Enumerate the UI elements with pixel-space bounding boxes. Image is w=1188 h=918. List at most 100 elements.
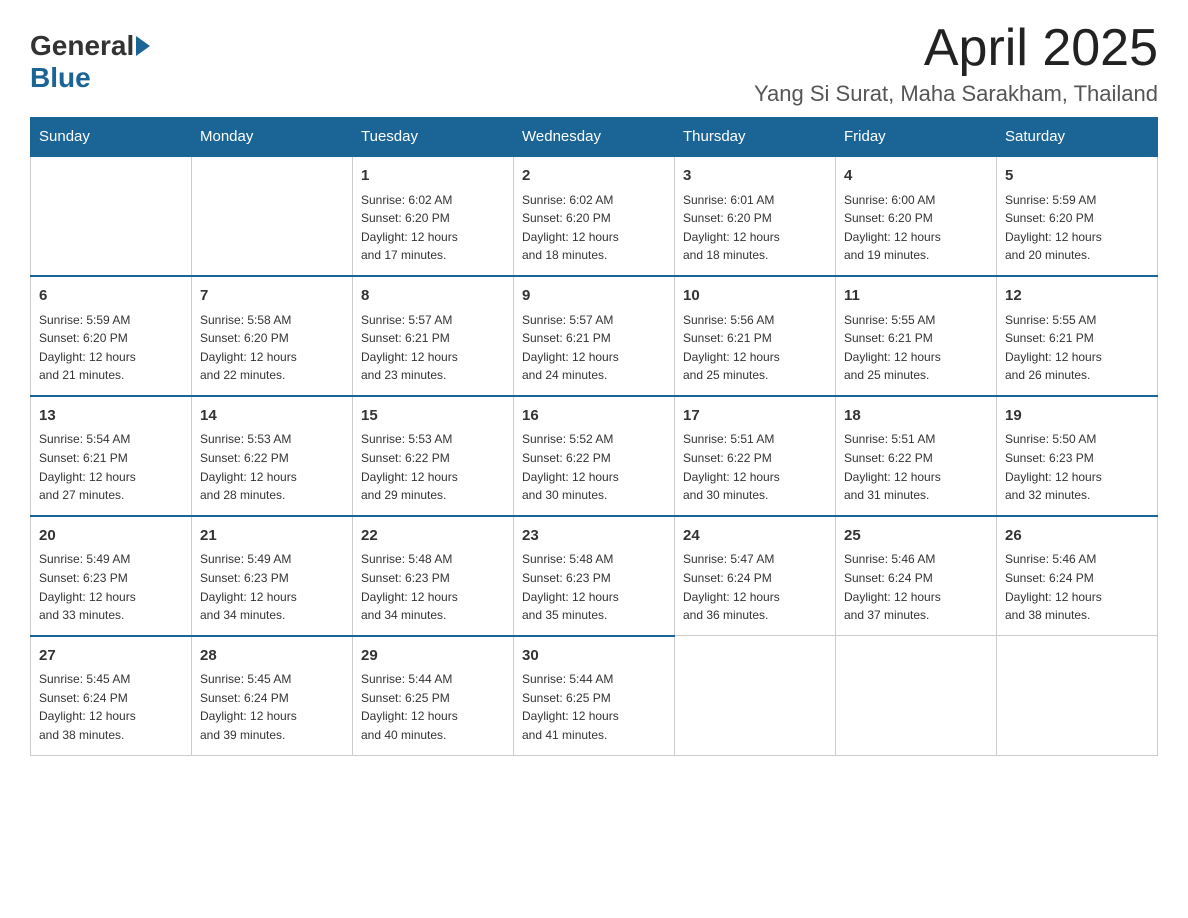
- day-info: Sunrise: 5:57 AMSunset: 6:21 PMDaylight:…: [361, 311, 505, 385]
- day-number: 19: [1005, 405, 1149, 428]
- calendar-cell: [997, 636, 1158, 755]
- day-number: 22: [361, 525, 505, 548]
- day-number: 8: [361, 285, 505, 308]
- day-number: 11: [844, 285, 988, 308]
- day-number: 26: [1005, 525, 1149, 548]
- calendar-cell: 5 Sunrise: 5:59 AMSunset: 6:20 PMDaylight…: [997, 156, 1158, 276]
- day-number: 27: [39, 645, 183, 668]
- day-number: 7: [200, 285, 344, 308]
- calendar-cell: 26Sunrise: 5:46 AMSunset: 6:24 PMDayligh…: [997, 516, 1158, 636]
- day-info: Sunrise: 5:49 AMSunset: 6:23 PMDaylight:…: [200, 550, 344, 624]
- location-title: Yang Si Surat, Maha Sarakham, Thailand: [754, 81, 1158, 107]
- calendar-cell: 3 Sunrise: 6:01 AMSunset: 6:20 PMDaylight…: [675, 156, 836, 276]
- calendar-cell: 22Sunrise: 5:48 AMSunset: 6:23 PMDayligh…: [353, 516, 514, 636]
- calendar-week-row: 20Sunrise: 5:49 AMSunset: 6:23 PMDayligh…: [31, 516, 1158, 636]
- calendar-week-row: 27Sunrise: 5:45 AMSunset: 6:24 PMDayligh…: [31, 636, 1158, 755]
- calendar-cell: 4Sunrise: 6:00 AMSunset: 6:20 PMDaylight…: [836, 156, 997, 276]
- day-info: Sunrise: 5:45 AMSunset: 6:24 PMDaylight:…: [39, 670, 183, 744]
- day-info: Sunrise: 5:53 AMSunset: 6:22 PMDaylight:…: [361, 430, 505, 504]
- day-info: Sunrise: 5:57 AMSunset: 6:21 PMDaylight:…: [522, 311, 666, 385]
- day-info: Sunrise: 5:58 AMSunset: 6:20 PMDaylight:…: [200, 311, 344, 385]
- calendar-week-row: 1 Sunrise: 6:02 AMSunset: 6:20 PMDaylight…: [31, 156, 1158, 276]
- calendar-cell: 19Sunrise: 5:50 AMSunset: 6:23 PMDayligh…: [997, 396, 1158, 516]
- day-number: 24: [683, 525, 827, 548]
- day-number: 5: [1005, 165, 1149, 188]
- day-number: 6: [39, 285, 183, 308]
- day-number: 28: [200, 645, 344, 668]
- weekday-header-tuesday: Tuesday: [353, 118, 514, 157]
- day-info: Sunrise: 5:50 AMSunset: 6:23 PMDaylight:…: [1005, 430, 1149, 504]
- day-info: Sunrise: 5:55 AMSunset: 6:21 PMDaylight:…: [1005, 311, 1149, 385]
- weekday-header-sunday: Sunday: [31, 118, 192, 157]
- calendar-cell: 9 Sunrise: 5:57 AMSunset: 6:21 PMDaylight…: [514, 276, 675, 396]
- calendar-cell: 8 Sunrise: 5:57 AMSunset: 6:21 PMDaylight…: [353, 276, 514, 396]
- month-title: April 2025: [754, 20, 1158, 77]
- day-number: 29: [361, 645, 505, 668]
- calendar-cell: 25Sunrise: 5:46 AMSunset: 6:24 PMDayligh…: [836, 516, 997, 636]
- day-number: 18: [844, 405, 988, 428]
- day-info: Sunrise: 5:44 AMSunset: 6:25 PMDaylight:…: [361, 670, 505, 744]
- day-info: Sunrise: 5:47 AMSunset: 6:24 PMDaylight:…: [683, 550, 827, 624]
- day-info: Sunrise: 5:59 AMSunset: 6:20 PMDaylight:…: [39, 311, 183, 385]
- day-number: 20: [39, 525, 183, 548]
- calendar-cell: 14Sunrise: 5:53 AMSunset: 6:22 PMDayligh…: [192, 396, 353, 516]
- day-number: 23: [522, 525, 666, 548]
- calendar-week-row: 6 Sunrise: 5:59 AMSunset: 6:20 PMDaylight…: [31, 276, 1158, 396]
- calendar-cell: 30Sunrise: 5:44 AMSunset: 6:25 PMDayligh…: [514, 636, 675, 755]
- day-info: Sunrise: 5:55 AMSunset: 6:21 PMDaylight:…: [844, 311, 988, 385]
- header: General Blue April 2025 Yang Si Surat, M…: [30, 20, 1158, 107]
- calendar-cell: 1 Sunrise: 6:02 AMSunset: 6:20 PMDaylight…: [353, 156, 514, 276]
- day-info: Sunrise: 5:49 AMSunset: 6:23 PMDaylight:…: [39, 550, 183, 624]
- calendar-cell: 17Sunrise: 5:51 AMSunset: 6:22 PMDayligh…: [675, 396, 836, 516]
- day-info: Sunrise: 6:00 AMSunset: 6:20 PMDaylight:…: [844, 191, 988, 265]
- day-number: 17: [683, 405, 827, 428]
- day-info: Sunrise: 5:51 AMSunset: 6:22 PMDaylight:…: [844, 430, 988, 504]
- weekday-header-saturday: Saturday: [997, 118, 1158, 157]
- day-number: 21: [200, 525, 344, 548]
- day-info: Sunrise: 5:52 AMSunset: 6:22 PMDaylight:…: [522, 430, 666, 504]
- day-info: Sunrise: 6:02 AMSunset: 6:20 PMDaylight:…: [522, 191, 666, 265]
- weekday-header-wednesday: Wednesday: [514, 118, 675, 157]
- day-info: Sunrise: 5:51 AMSunset: 6:22 PMDaylight:…: [683, 430, 827, 504]
- day-number: 9: [522, 285, 666, 308]
- calendar-week-row: 13Sunrise: 5:54 AMSunset: 6:21 PMDayligh…: [31, 396, 1158, 516]
- calendar-cell: [31, 156, 192, 276]
- calendar-cell: 13Sunrise: 5:54 AMSunset: 6:21 PMDayligh…: [31, 396, 192, 516]
- day-info: Sunrise: 6:01 AMSunset: 6:20 PMDaylight:…: [683, 191, 827, 265]
- day-number: 3: [683, 165, 827, 188]
- logo-arrow-icon: [136, 36, 150, 56]
- day-info: Sunrise: 5:46 AMSunset: 6:24 PMDaylight:…: [1005, 550, 1149, 624]
- day-info: Sunrise: 5:53 AMSunset: 6:22 PMDaylight:…: [200, 430, 344, 504]
- day-number: 1: [361, 165, 505, 188]
- day-number: 13: [39, 405, 183, 428]
- day-info: Sunrise: 5:54 AMSunset: 6:21 PMDaylight:…: [39, 430, 183, 504]
- weekday-header-thursday: Thursday: [675, 118, 836, 157]
- weekday-header-monday: Monday: [192, 118, 353, 157]
- calendar-cell: 21Sunrise: 5:49 AMSunset: 6:23 PMDayligh…: [192, 516, 353, 636]
- day-info: Sunrise: 6:02 AMSunset: 6:20 PMDaylight:…: [361, 191, 505, 265]
- logo: General Blue: [30, 20, 150, 94]
- weekday-header-friday: Friday: [836, 118, 997, 157]
- calendar-cell: 7 Sunrise: 5:58 AMSunset: 6:20 PMDaylight…: [192, 276, 353, 396]
- calendar-cell: 10Sunrise: 5:56 AMSunset: 6:21 PMDayligh…: [675, 276, 836, 396]
- day-info: Sunrise: 5:46 AMSunset: 6:24 PMDaylight:…: [844, 550, 988, 624]
- calendar-cell: [675, 636, 836, 755]
- day-number: 2: [522, 165, 666, 188]
- day-info: Sunrise: 5:59 AMSunset: 6:20 PMDaylight:…: [1005, 191, 1149, 265]
- calendar-cell: 6 Sunrise: 5:59 AMSunset: 6:20 PMDaylight…: [31, 276, 192, 396]
- calendar-cell: 18Sunrise: 5:51 AMSunset: 6:22 PMDayligh…: [836, 396, 997, 516]
- day-number: 25: [844, 525, 988, 548]
- logo-general-text: General: [30, 30, 134, 62]
- day-info: Sunrise: 5:48 AMSunset: 6:23 PMDaylight:…: [361, 550, 505, 624]
- calendar-cell: 16Sunrise: 5:52 AMSunset: 6:22 PMDayligh…: [514, 396, 675, 516]
- day-number: 16: [522, 405, 666, 428]
- day-number: 14: [200, 405, 344, 428]
- calendar-cell: 29Sunrise: 5:44 AMSunset: 6:25 PMDayligh…: [353, 636, 514, 755]
- logo-blue-text: Blue: [30, 62, 91, 94]
- calendar-table: SundayMondayTuesdayWednesdayThursdayFrid…: [30, 117, 1158, 755]
- calendar-cell: 15Sunrise: 5:53 AMSunset: 6:22 PMDayligh…: [353, 396, 514, 516]
- day-number: 15: [361, 405, 505, 428]
- day-info: Sunrise: 5:56 AMSunset: 6:21 PMDaylight:…: [683, 311, 827, 385]
- day-info: Sunrise: 5:45 AMSunset: 6:24 PMDaylight:…: [200, 670, 344, 744]
- day-number: 30: [522, 645, 666, 668]
